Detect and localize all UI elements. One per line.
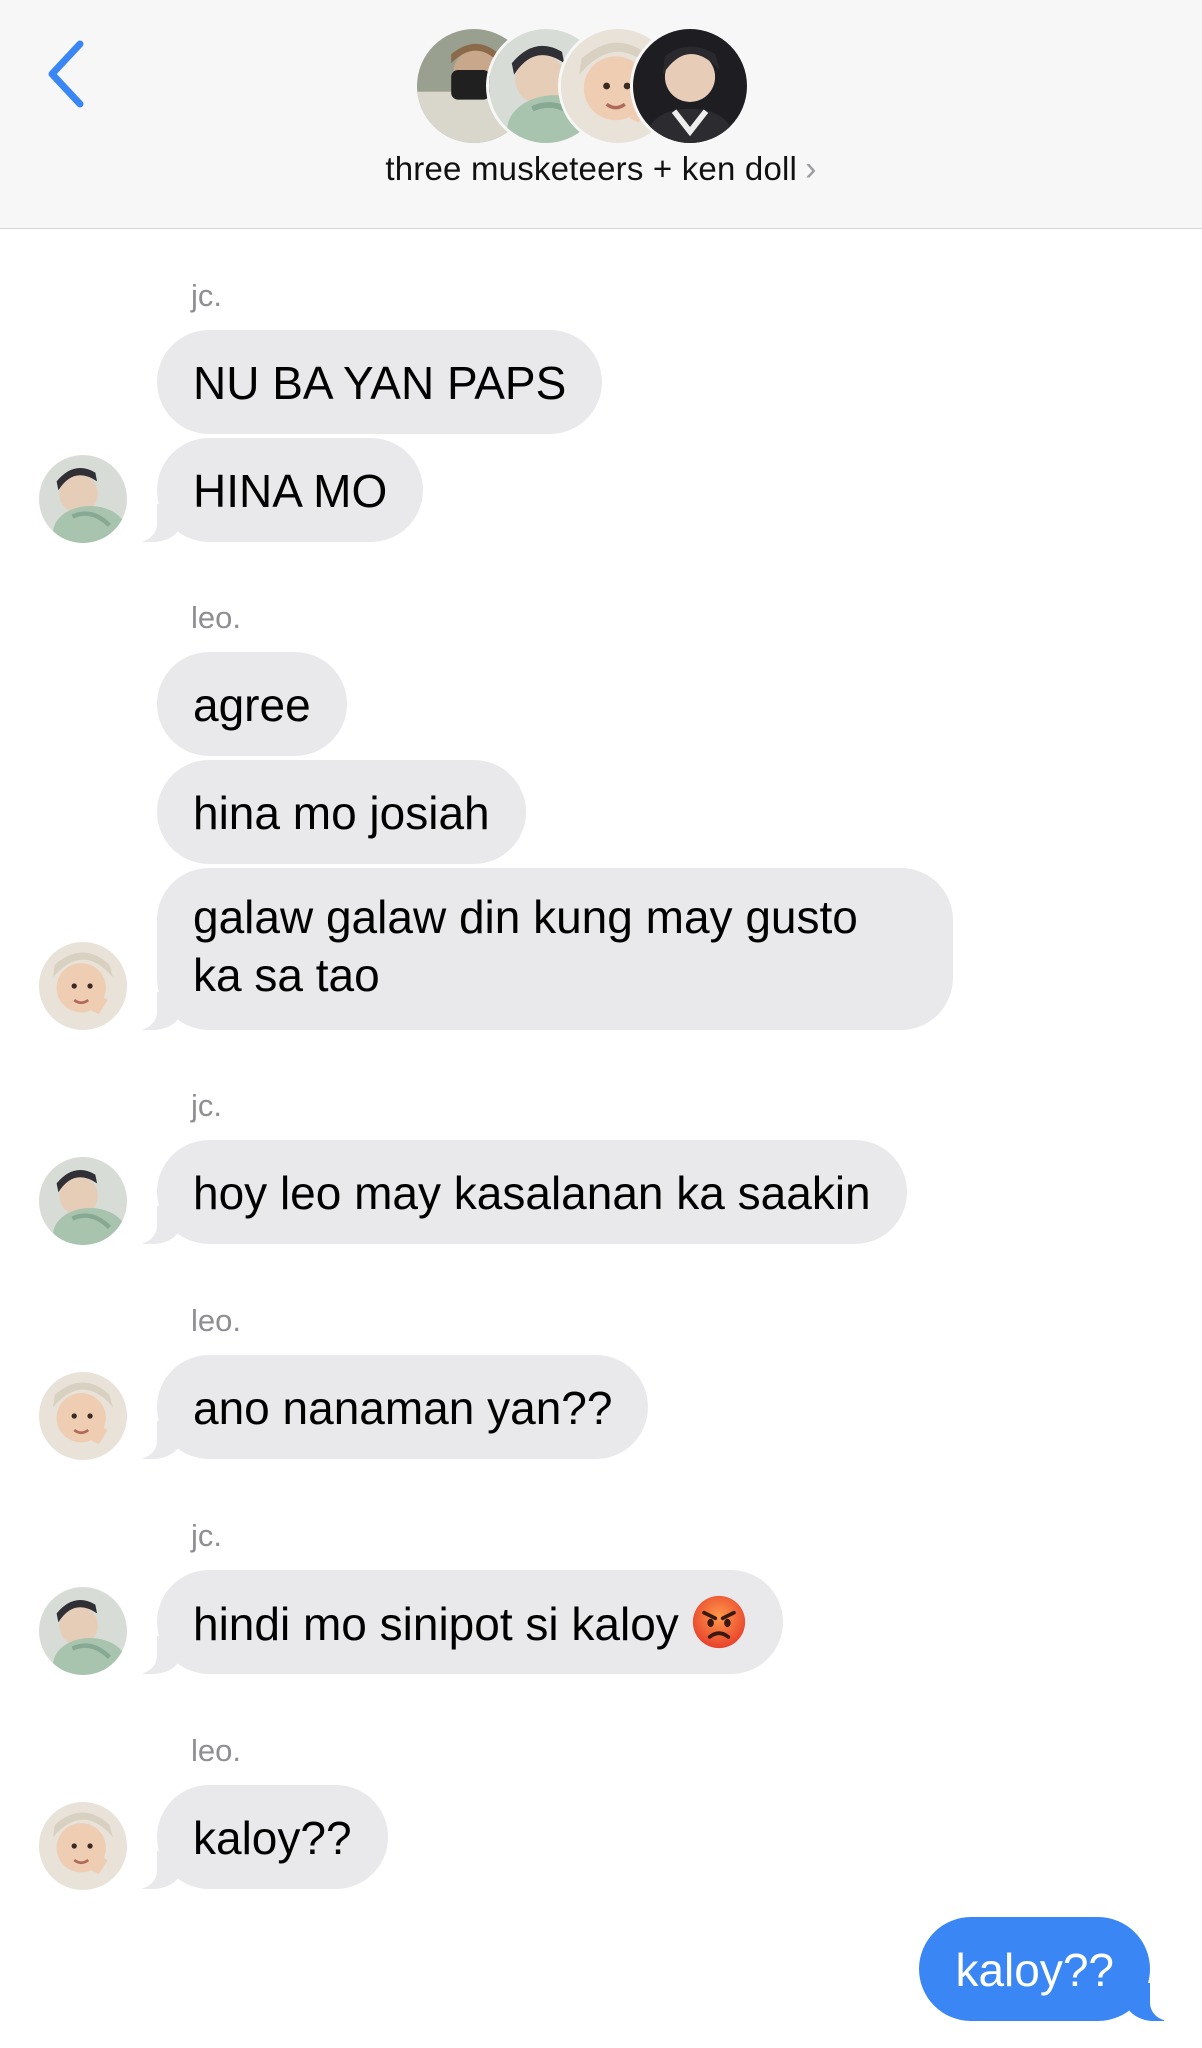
jc-avatar-image xyxy=(39,1157,127,1245)
back-button[interactable] xyxy=(40,36,96,112)
sender-label: jc. xyxy=(191,1088,222,1123)
chevron-right-icon: › xyxy=(805,150,817,188)
message-text: hindi mo sinipot si kaloy xyxy=(193,1598,679,1650)
message-text: ano nanaman yan?? xyxy=(193,1382,613,1434)
angry-face-emoji xyxy=(692,1595,745,1649)
message-text: hina mo josiah xyxy=(193,787,490,839)
message-text: agree xyxy=(193,679,311,731)
leo-avatar-image xyxy=(39,1372,127,1460)
message-text: HINA MO xyxy=(193,465,388,517)
leo-avatar-image xyxy=(39,942,127,1030)
member-avatar xyxy=(630,26,750,146)
leo-avatar[interactable] xyxy=(39,1372,127,1460)
jc-avatar[interactable] xyxy=(39,1587,127,1675)
outgoing-message-bubble[interactable]: kaloy?? xyxy=(919,1917,1180,2021)
leo-avatar-image xyxy=(39,1802,127,1890)
conversation-header: three musketeers + ken doll › xyxy=(0,0,1202,229)
message-bubble[interactable]: hindi mo sinipot si kaloy xyxy=(127,1570,783,1674)
leo-avatar[interactable] xyxy=(39,1802,127,1890)
sender-label: leo. xyxy=(191,1303,241,1338)
message-bubble[interactable]: HINA MO xyxy=(126,438,424,542)
chevron-left-icon xyxy=(48,40,84,108)
sender-label: jc. xyxy=(191,278,222,313)
message-bubble[interactable]: hina mo josiah xyxy=(157,760,526,864)
jc-avatar[interactable] xyxy=(39,455,127,543)
group-title: three musketeers + ken doll xyxy=(385,150,798,187)
message-text: hoy leo may kasalanan ka saakin xyxy=(193,1167,871,1219)
message-bubble[interactable]: galaw galaw din kung may gusto ka sa tao xyxy=(127,868,953,1030)
group-name[interactable]: three musketeers + ken doll › xyxy=(0,150,1202,189)
jc-avatar[interactable] xyxy=(39,1157,127,1245)
message-text: galaw galaw din kung may gusto ka sa tao xyxy=(193,891,858,1001)
jc-avatar-image xyxy=(39,455,127,543)
message-text: NU BA YAN PAPS xyxy=(193,357,567,409)
sender-label: jc. xyxy=(191,1518,222,1553)
message-bubble[interactable]: agree xyxy=(157,652,347,756)
jc-avatar-image xyxy=(39,1587,127,1675)
message-bubble[interactable]: ano nanaman yan?? xyxy=(126,1355,649,1459)
message-bubble[interactable]: hoy leo may kasalanan ka saakin xyxy=(127,1140,907,1244)
message-text: kaloy?? xyxy=(955,1944,1114,1996)
message-bubble[interactable]: kaloy?? xyxy=(127,1785,388,1889)
sender-label: leo. xyxy=(191,600,241,635)
message-bubble[interactable]: NU BA YAN PAPS xyxy=(157,330,603,434)
group-avatar-stack[interactable] xyxy=(414,26,788,146)
leo-avatar[interactable] xyxy=(39,942,127,1030)
sender-label: leo. xyxy=(191,1733,241,1768)
message-text: kaloy?? xyxy=(193,1812,352,1864)
